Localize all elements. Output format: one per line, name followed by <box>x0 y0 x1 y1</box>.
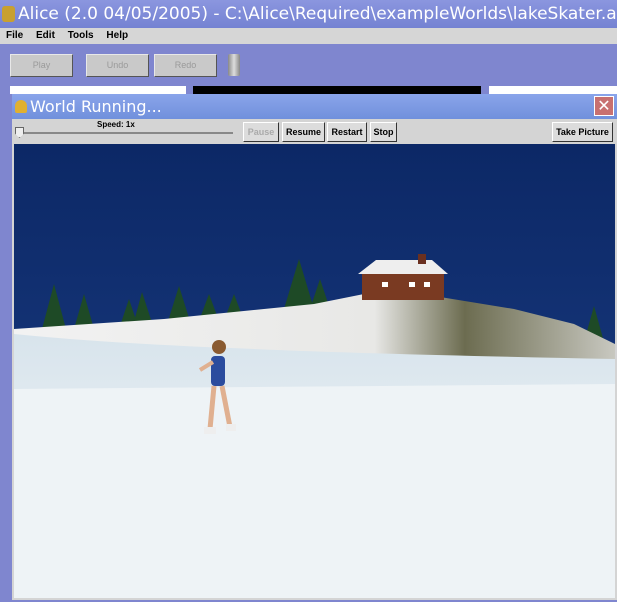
dialog-title-bar: World Running... ✕ <box>12 94 617 119</box>
menu-tools[interactable]: Tools <box>68 30 94 41</box>
speed-slider[interactable] <box>18 132 233 134</box>
toolbar: Play Undo Redo <box>0 44 617 86</box>
speed-slider-thumb[interactable] <box>15 127 24 138</box>
pause-label: Pause <box>247 127 275 137</box>
play-label: Play <box>32 60 51 70</box>
object-tree-panel <box>10 86 186 94</box>
alice-icon <box>15 100 27 113</box>
speed-label: Speed: 1x <box>97 120 135 129</box>
play-button[interactable]: Play <box>10 54 73 77</box>
undo-label: Undo <box>106 60 129 70</box>
world-view-panel <box>193 86 481 94</box>
restart-button[interactable]: Restart <box>327 122 367 142</box>
redo-label: Redo <box>174 60 197 70</box>
world-running-dialog: World Running... ✕ Speed: 1x Pause Resum… <box>12 94 617 600</box>
resume-label: Resume <box>285 127 321 137</box>
world-3d-view[interactable] <box>14 144 615 598</box>
events-panel <box>489 86 617 94</box>
menu-file[interactable]: File <box>6 30 23 41</box>
playback-controls: Speed: 1x Pause Resume Restart Stop Take… <box>12 119 617 144</box>
trash-icon[interactable] <box>228 54 240 76</box>
undo-button[interactable]: Undo <box>86 54 149 77</box>
stop-button[interactable]: Stop <box>370 122 397 142</box>
scene-render <box>14 144 615 598</box>
restart-label: Restart <box>331 127 363 137</box>
alice-app-icon <box>2 6 15 22</box>
pause-button[interactable]: Pause <box>243 122 279 142</box>
menu-bar: File Edit Tools Help <box>0 28 617 44</box>
menu-help[interactable]: Help <box>106 30 128 41</box>
dialog-title: World Running... <box>30 97 162 116</box>
app-title: Alice (2.0 04/05/2005) - C:\Alice\Requir… <box>18 4 617 24</box>
resume-button[interactable]: Resume <box>282 122 325 142</box>
app-title-bar: Alice (2.0 04/05/2005) - C:\Alice\Requir… <box>0 0 617 28</box>
take-picture-button[interactable]: Take Picture <box>552 122 613 142</box>
close-button[interactable]: ✕ <box>594 96 614 116</box>
redo-button[interactable]: Redo <box>154 54 217 77</box>
stop-label: Stop <box>373 127 394 137</box>
menu-edit[interactable]: Edit <box>36 30 55 41</box>
take-picture-label: Take Picture <box>556 127 609 137</box>
